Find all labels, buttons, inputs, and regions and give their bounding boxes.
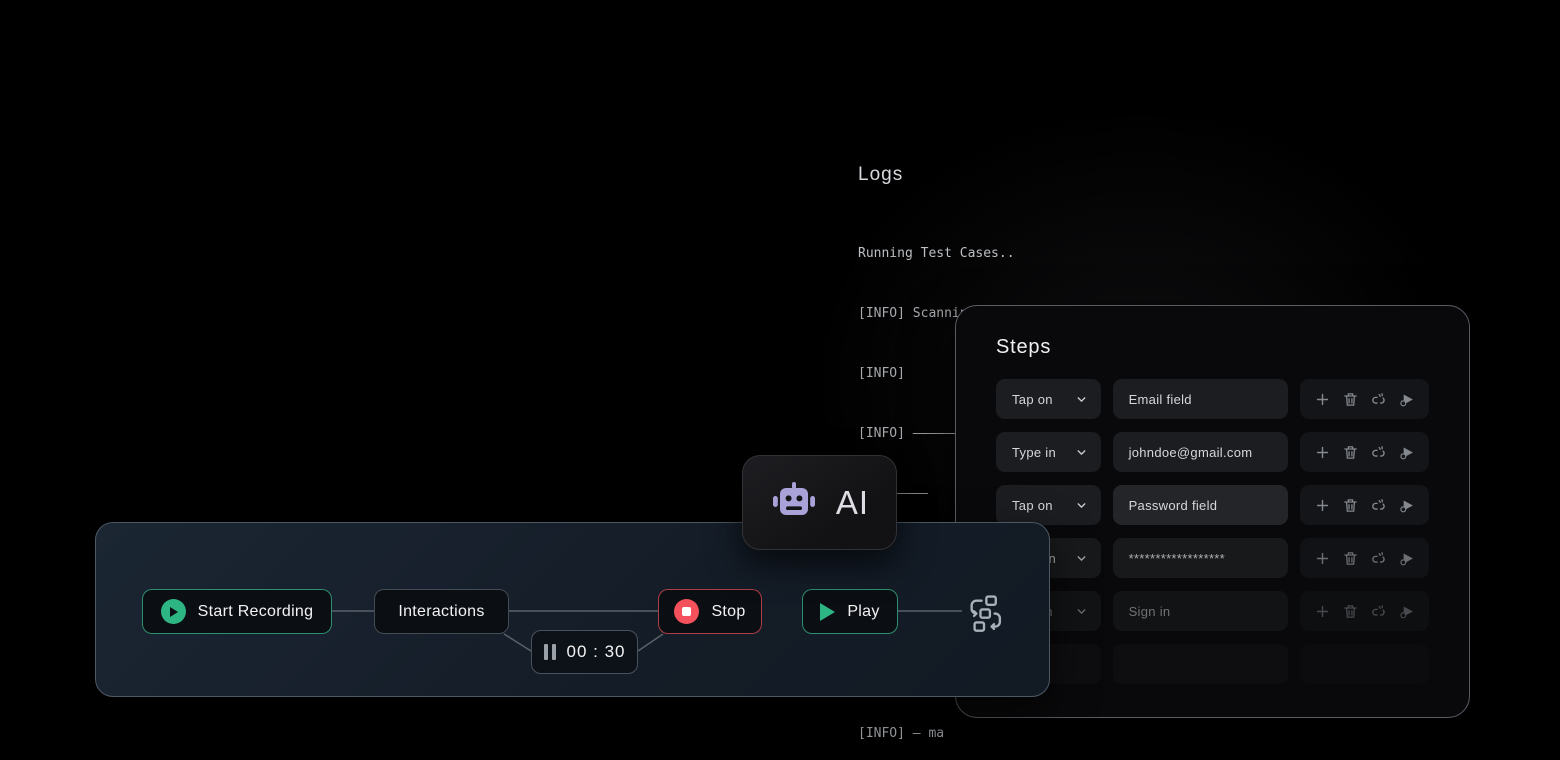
log-line: Running Test Cases..	[858, 244, 1288, 264]
add-step-icon[interactable]	[1314, 550, 1331, 567]
interactions-label: Interactions	[398, 603, 484, 621]
add-step-icon[interactable]	[1314, 444, 1331, 461]
step-row: Tap on Sign in	[996, 591, 1429, 631]
delete-step-icon[interactable]	[1342, 444, 1359, 461]
ai-badge: AI	[742, 455, 897, 550]
step-row: Type in johndoe@gmail.com	[996, 432, 1429, 472]
run-step-icon[interactable]	[1398, 444, 1415, 461]
steps-title: Steps	[996, 336, 1429, 359]
record-play-icon	[161, 599, 186, 624]
chevron-down-icon	[1075, 552, 1088, 565]
unlink-step-icon[interactable]	[1370, 391, 1387, 408]
log-line: [INFO] — ma	[858, 724, 1288, 744]
step-row: Tap on Email field	[996, 379, 1429, 419]
page-background: Logs Running Test Cases.. [INFO] Scannin…	[0, 0, 1560, 760]
play-icon	[820, 603, 835, 621]
delete-step-icon[interactable]	[1342, 550, 1359, 567]
interactions-button[interactable]: Interactions	[374, 589, 509, 634]
step-row: Type in ******************	[996, 538, 1429, 578]
add-step-icon[interactable]	[1314, 497, 1331, 514]
robot-icon	[770, 481, 818, 525]
step-action-dropdown[interactable]: Tap on	[996, 485, 1101, 525]
delete-step-icon[interactable]	[1342, 497, 1359, 514]
start-recording-label: Start Recording	[198, 603, 314, 621]
timer-node[interactable]: 00 : 30	[531, 630, 638, 674]
stop-label: Stop	[711, 603, 745, 621]
stop-icon	[674, 599, 699, 624]
step-value-field	[1113, 644, 1288, 684]
chevron-down-icon	[1075, 446, 1088, 459]
chevron-down-icon	[1075, 605, 1088, 618]
play-label: Play	[847, 603, 879, 621]
step-action-label: Type in	[1012, 445, 1056, 460]
stop-button[interactable]: Stop	[658, 589, 762, 634]
step-action-dropdown[interactable]: Type in	[996, 432, 1101, 472]
run-step-icon[interactable]	[1398, 603, 1415, 620]
step-action-label: Tap on	[1012, 392, 1053, 407]
step-value-field[interactable]: johndoe@gmail.com	[1113, 432, 1288, 472]
delete-step-icon[interactable]	[1342, 391, 1359, 408]
step-row-actions	[1300, 432, 1429, 472]
step-action-dropdown[interactable]: Tap on	[996, 379, 1101, 419]
unlink-step-icon[interactable]	[1370, 550, 1387, 567]
step-action-label: Tap on	[1012, 498, 1053, 513]
chevron-down-icon	[1075, 393, 1088, 406]
pause-icon	[544, 644, 556, 660]
step-row-actions	[1300, 485, 1429, 525]
step-row-actions	[1300, 379, 1429, 419]
step-value-field[interactable]: Password field	[1113, 485, 1288, 525]
run-step-icon[interactable]	[1398, 391, 1415, 408]
logs-title: Logs	[858, 164, 1288, 186]
workflow-icon[interactable]	[964, 593, 1004, 633]
step-value-field[interactable]: Sign in	[1113, 591, 1288, 631]
unlink-step-icon[interactable]	[1370, 603, 1387, 620]
chevron-down-icon	[1075, 499, 1088, 512]
start-recording-button[interactable]: Start Recording	[142, 589, 332, 634]
unlink-step-icon[interactable]	[1370, 444, 1387, 461]
delete-step-icon[interactable]	[1342, 603, 1359, 620]
timer-value: 00 : 30	[567, 642, 626, 662]
step-value-field[interactable]: Email field	[1113, 379, 1288, 419]
step-row-placeholder	[996, 644, 1429, 684]
run-step-icon[interactable]	[1398, 550, 1415, 567]
step-row-actions	[1300, 644, 1429, 684]
unlink-step-icon[interactable]	[1370, 497, 1387, 514]
add-step-icon[interactable]	[1314, 391, 1331, 408]
add-step-icon[interactable]	[1314, 603, 1331, 620]
step-row-actions	[1300, 591, 1429, 631]
play-button[interactable]: Play	[802, 589, 898, 634]
steps-list: Tap on Email field Type in johndoe@gmail…	[996, 379, 1429, 684]
recorder-toolbar: Start Recording Interactions 00 : 30 Sto…	[95, 522, 1050, 697]
step-row-actions	[1300, 538, 1429, 578]
step-row: Tap on Password field	[996, 485, 1429, 525]
ai-badge-label: AI	[836, 484, 869, 522]
run-step-icon[interactable]	[1398, 497, 1415, 514]
step-value-field[interactable]: ******************	[1113, 538, 1288, 578]
